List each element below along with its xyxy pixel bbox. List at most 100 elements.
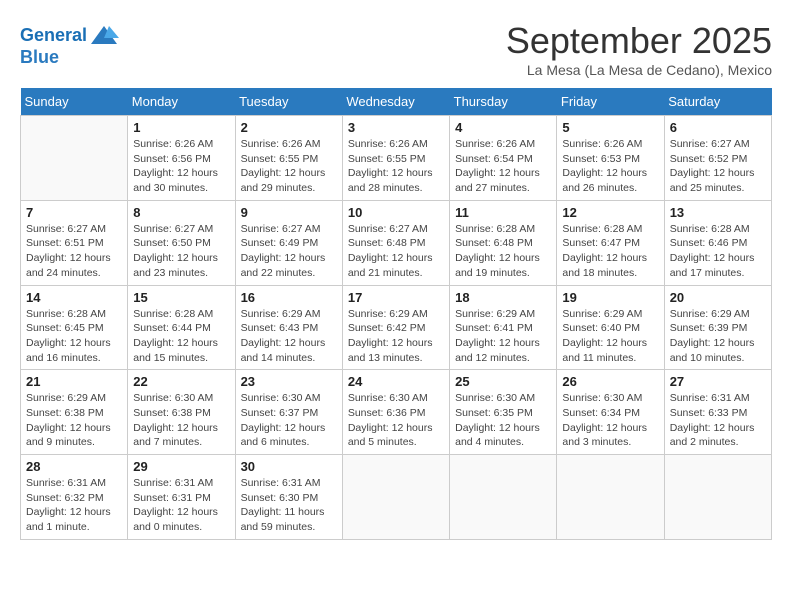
day-number: 15 [133,290,229,305]
day-number: 9 [241,205,337,220]
day-info: Sunrise: 6:28 AM Sunset: 6:46 PM Dayligh… [670,222,766,281]
day-info: Sunrise: 6:31 AM Sunset: 6:33 PM Dayligh… [670,391,766,450]
calendar-cell: 13Sunrise: 6:28 AM Sunset: 6:46 PM Dayli… [664,200,771,285]
day-info: Sunrise: 6:26 AM Sunset: 6:54 PM Dayligh… [455,137,551,196]
calendar-cell: 5 Sunrise: 6:26 AM Sunset: 6:53 PM Daylig… [557,116,664,201]
day-number: 4 [455,120,551,135]
header-cell-monday: Monday [128,88,235,116]
calendar-cell: 3Sunrise: 6:26 AM Sunset: 6:55 PM Daylig… [342,116,449,201]
day-number: 25 [455,374,551,389]
day-info: Sunrise: 6:30 AM Sunset: 6:38 PM Dayligh… [133,391,229,450]
day-number: 6 [670,120,766,135]
calendar-cell: 1Sunrise: 6:26 AM Sunset: 6:56 PM Daylig… [128,116,235,201]
day-number: 29 [133,459,229,474]
day-number: 28 [26,459,122,474]
calendar-cell: 22 Sunrise: 6:30 AM Sunset: 6:38 PM Dayli… [128,370,235,455]
week-row-3: 14 Sunrise: 6:28 AM Sunset: 6:45 PM Dayli… [21,285,772,370]
calendar-cell: 30 Sunrise: 6:31 AM Sunset: 6:30 PM Dayli… [235,455,342,540]
day-info: Sunrise: 6:28 AM Sunset: 6:47 PM Dayligh… [562,222,658,281]
week-row-1: 1Sunrise: 6:26 AM Sunset: 6:56 PM Daylig… [21,116,772,201]
calendar-cell: 10 Sunrise: 6:27 AM Sunset: 6:48 PM Dayli… [342,200,449,285]
week-row-5: 28 Sunrise: 6:31 AM Sunset: 6:32 PM Dayli… [21,455,772,540]
location-title: La Mesa (La Mesa de Cedano), Mexico [506,62,772,78]
calendar-table: SundayMondayTuesdayWednesdayThursdayFrid… [20,88,772,540]
calendar-cell [21,116,128,201]
calendar-cell [557,455,664,540]
calendar-cell: 21 Sunrise: 6:29 AM Sunset: 6:38 PM Dayli… [21,370,128,455]
title-area: September 2025 La Mesa (La Mesa de Cedan… [506,20,772,78]
day-number: 7 [26,205,122,220]
calendar-cell: 2 Sunrise: 6:26 AM Sunset: 6:55 PM Daylig… [235,116,342,201]
day-info: Sunrise: 6:27 AM Sunset: 6:52 PM Dayligh… [670,137,766,196]
day-info: Sunrise: 6:30 AM Sunset: 6:34 PM Dayligh… [562,391,658,450]
day-number: 5 [562,120,658,135]
day-info: Sunrise: 6:29 AM Sunset: 6:42 PM Dayligh… [348,307,444,366]
day-info: Sunrise: 6:29 AM Sunset: 6:43 PM Dayligh… [241,307,337,366]
week-row-2: 7 Sunrise: 6:27 AM Sunset: 6:51 PM Daylig… [21,200,772,285]
calendar-cell: 19 Sunrise: 6:29 AM Sunset: 6:40 PM Dayli… [557,285,664,370]
day-info: Sunrise: 6:31 AM Sunset: 6:30 PM Dayligh… [241,476,337,535]
calendar-cell: 25 Sunrise: 6:30 AM Sunset: 6:35 PM Dayli… [450,370,557,455]
header-cell-saturday: Saturday [664,88,771,116]
day-number: 11 [455,205,551,220]
day-number: 19 [562,290,658,305]
day-info: Sunrise: 6:29 AM Sunset: 6:38 PM Dayligh… [26,391,122,450]
header-cell-tuesday: Tuesday [235,88,342,116]
calendar-cell: 28 Sunrise: 6:31 AM Sunset: 6:32 PM Dayli… [21,455,128,540]
calendar-cell: 14 Sunrise: 6:28 AM Sunset: 6:45 PM Dayli… [21,285,128,370]
header-cell-sunday: Sunday [21,88,128,116]
calendar-cell: 16Sunrise: 6:29 AM Sunset: 6:43 PM Dayli… [235,285,342,370]
header: General Blue September 2025 La Mesa (La … [20,20,772,78]
day-info: Sunrise: 6:26 AM Sunset: 6:53 PM Dayligh… [562,137,658,196]
day-info: Sunrise: 6:29 AM Sunset: 6:39 PM Dayligh… [670,307,766,366]
calendar-cell: 26Sunrise: 6:30 AM Sunset: 6:34 PM Dayli… [557,370,664,455]
day-info: Sunrise: 6:29 AM Sunset: 6:40 PM Dayligh… [562,307,658,366]
calendar-cell: 7 Sunrise: 6:27 AM Sunset: 6:51 PM Daylig… [21,200,128,285]
day-info: Sunrise: 6:27 AM Sunset: 6:49 PM Dayligh… [241,222,337,281]
day-number: 30 [241,459,337,474]
calendar-cell [664,455,771,540]
day-number: 10 [348,205,444,220]
day-number: 22 [133,374,229,389]
day-info: Sunrise: 6:31 AM Sunset: 6:32 PM Dayligh… [26,476,122,535]
week-row-4: 21 Sunrise: 6:29 AM Sunset: 6:38 PM Dayli… [21,370,772,455]
day-info: Sunrise: 6:27 AM Sunset: 6:50 PM Dayligh… [133,222,229,281]
calendar-cell: 11Sunrise: 6:28 AM Sunset: 6:48 PM Dayli… [450,200,557,285]
day-info: Sunrise: 6:26 AM Sunset: 6:55 PM Dayligh… [241,137,337,196]
day-info: Sunrise: 6:28 AM Sunset: 6:45 PM Dayligh… [26,307,122,366]
day-number: 20 [670,290,766,305]
calendar-cell: 12Sunrise: 6:28 AM Sunset: 6:47 PM Dayli… [557,200,664,285]
day-number: 21 [26,374,122,389]
header-cell-friday: Friday [557,88,664,116]
day-info: Sunrise: 6:28 AM Sunset: 6:44 PM Dayligh… [133,307,229,366]
day-number: 17 [348,290,444,305]
day-info: Sunrise: 6:27 AM Sunset: 6:51 PM Dayligh… [26,222,122,281]
calendar-header-row: SundayMondayTuesdayWednesdayThursdayFrid… [21,88,772,116]
day-number: 18 [455,290,551,305]
day-info: Sunrise: 6:27 AM Sunset: 6:48 PM Dayligh… [348,222,444,281]
day-number: 2 [241,120,337,135]
day-number: 23 [241,374,337,389]
day-info: Sunrise: 6:30 AM Sunset: 6:35 PM Dayligh… [455,391,551,450]
calendar-cell: 9 Sunrise: 6:27 AM Sunset: 6:49 PM Daylig… [235,200,342,285]
logo-line1: General [20,25,87,45]
day-number: 27 [670,374,766,389]
calendar-cell: 15 Sunrise: 6:28 AM Sunset: 6:44 PM Dayli… [128,285,235,370]
calendar-body: 1Sunrise: 6:26 AM Sunset: 6:56 PM Daylig… [21,116,772,540]
day-number: 14 [26,290,122,305]
day-number: 8 [133,205,229,220]
day-number: 3 [348,120,444,135]
header-cell-thursday: Thursday [450,88,557,116]
month-title: September 2025 [506,20,772,62]
day-info: Sunrise: 6:29 AM Sunset: 6:41 PM Dayligh… [455,307,551,366]
calendar-cell [342,455,449,540]
calendar-cell: 27 Sunrise: 6:31 AM Sunset: 6:33 PM Dayli… [664,370,771,455]
day-number: 1 [133,120,229,135]
calendar-cell: 23Sunrise: 6:30 AM Sunset: 6:37 PM Dayli… [235,370,342,455]
calendar-cell: 4 Sunrise: 6:26 AM Sunset: 6:54 PM Daylig… [450,116,557,201]
day-info: Sunrise: 6:30 AM Sunset: 6:36 PM Dayligh… [348,391,444,450]
calendar-cell: 24Sunrise: 6:30 AM Sunset: 6:36 PM Dayli… [342,370,449,455]
calendar-cell: 17 Sunrise: 6:29 AM Sunset: 6:42 PM Dayli… [342,285,449,370]
calendar-cell [450,455,557,540]
calendar-cell: 20 Sunrise: 6:29 AM Sunset: 6:39 PM Dayli… [664,285,771,370]
